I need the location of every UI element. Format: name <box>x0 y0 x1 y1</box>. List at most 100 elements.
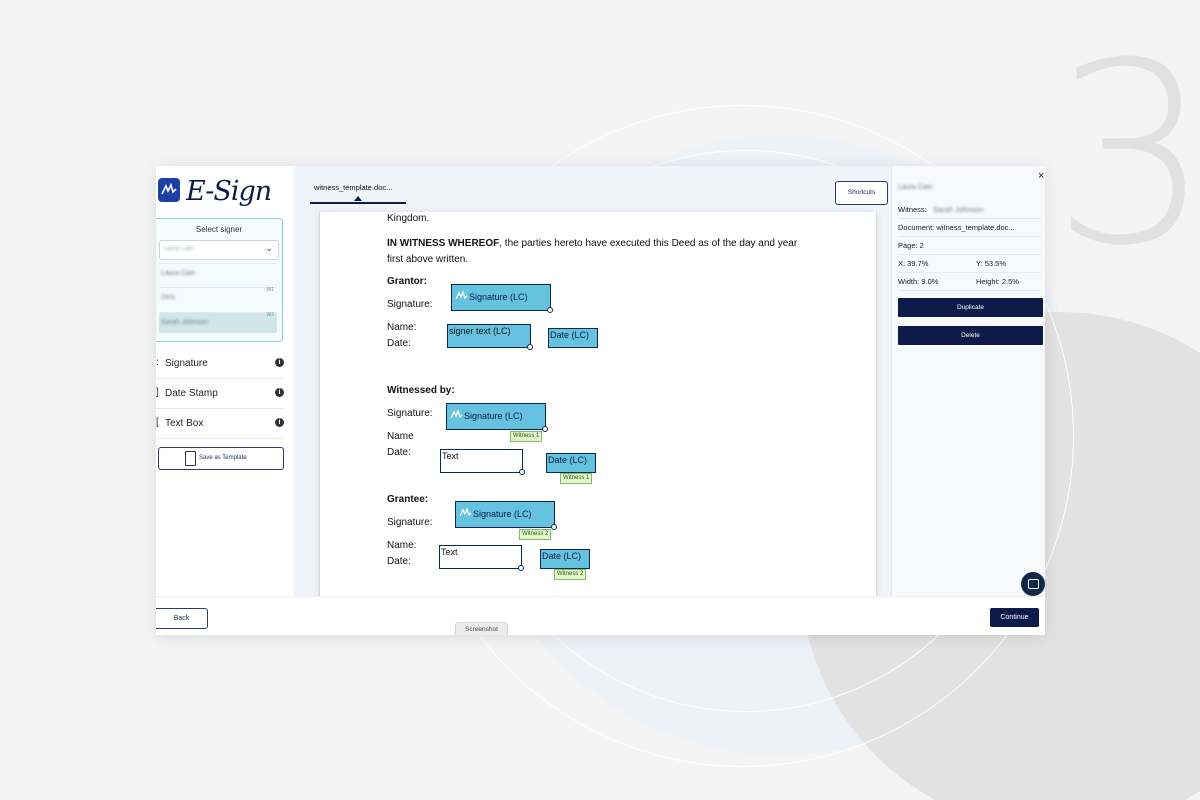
date-field[interactable]: Date (LC) <box>546 453 596 473</box>
step-number: 3 <box>1052 9 1200 300</box>
property-size: Width: 9.0% Height: 2.5% <box>898 272 1041 291</box>
field-label: Signature (LC) <box>473 509 532 519</box>
text-field[interactable]: Text <box>440 449 525 475</box>
witness-paragraph: IN WITNESS WHEREOF, the parties hereto h… <box>387 236 807 268</box>
info-icon[interactable]: i <box>275 388 284 397</box>
info-icon[interactable]: i <box>275 418 284 427</box>
back-button[interactable]: Back <box>156 608 208 629</box>
date-field[interactable]: Date (LC) <box>540 549 590 569</box>
tab-witness-template[interactable]: witness_template.doc... <box>310 180 406 204</box>
signer-option-name: Sarah Johnson <box>161 319 209 326</box>
doc-label: Date: <box>387 447 411 458</box>
signer-dropdown[interactable]: Laura Cain ⌄ <box>159 240 279 260</box>
property-page: Page: 2 <box>898 236 1041 255</box>
document-page: Kingdom. IN WITNESS WHEREOF, the parties… <box>319 212 877 596</box>
property-label: Witness: <box>898 205 927 214</box>
screenshot-tab[interactable]: Screenshot <box>455 622 508 635</box>
tab-label: witness_template.doc... <box>314 183 393 192</box>
signer-option-tag: W2 <box>266 312 275 318</box>
doc-text: Kingdom. <box>387 213 430 224</box>
close-icon[interactable]: × <box>1038 170 1044 182</box>
doc-label: Name <box>387 431 414 442</box>
field-label: Signature (LC) <box>464 411 523 421</box>
left-panel: E-Sign Select signer Laura Cain ⌄ Laura … <box>156 166 293 596</box>
property-value: Sarah Johnson <box>933 205 984 214</box>
tool-label: Text Box <box>165 418 204 429</box>
chat-icon[interactable] <box>1021 572 1045 596</box>
signer-option-active[interactable]: Sarah Johnson W2 <box>159 312 277 333</box>
doc-label: Signature: <box>387 408 433 419</box>
date-field[interactable]: Date (LC) <box>548 328 598 348</box>
grantor-heading: Grantor: <box>387 276 427 287</box>
esign-app-window: E-Sign Select signer Laura Cain ⌄ Laura … <box>156 166 1045 635</box>
field-label: signer text (LC) <box>449 326 511 336</box>
signer-text-field[interactable]: signer text (LC) <box>447 324 533 350</box>
signer-option[interactable]: Laura Cain <box>159 263 277 284</box>
witness-tag: Witness 2 <box>554 569 587 580</box>
property-height: Height: 2.5% <box>976 277 1019 286</box>
save-as-template-button[interactable]: Save as Template <box>158 447 284 470</box>
field-label: Signature (LC) <box>469 292 528 302</box>
witnessed-heading: Witnessed by: <box>387 385 455 396</box>
tool-signature[interactable]: : Signature i <box>156 349 284 379</box>
tool-text-box[interactable]: [ Text Box i <box>156 409 284 439</box>
field-label: Date (LC) <box>548 455 588 465</box>
info-icon[interactable]: i <box>275 358 284 367</box>
signer-option-name: Desi <box>161 294 176 301</box>
property-document: Document: witness_template.doc... <box>898 218 1041 237</box>
signature-icon: : <box>156 357 159 368</box>
resize-handle[interactable] <box>551 524 557 530</box>
continue-button[interactable]: Continue <box>990 608 1039 627</box>
tool-date-stamp[interactable]: ] Date Stamp i <box>156 379 284 409</box>
resize-handle[interactable] <box>547 307 553 313</box>
field-label: Date (LC) <box>550 330 590 340</box>
shortcuts-button[interactable]: Shortcuts <box>835 181 888 205</box>
grantee-heading: Grantee: <box>387 494 429 505</box>
select-signer-panel: Select signer Laura Cain ⌄ Laura Cain De… <box>156 218 283 342</box>
text-box-icon: [ <box>156 417 159 428</box>
properties-panel: Laura Cain Witness: Sarah Johnson Docume… <box>891 166 1045 596</box>
delete-button[interactable]: Delete <box>898 326 1043 345</box>
property-value: Document: witness_template.doc... <box>898 223 1015 232</box>
bottom-bar: Back Screenshot Continue <box>156 596 1045 635</box>
property-value: Page: 2 <box>898 241 924 250</box>
resize-handle[interactable] <box>518 565 524 571</box>
signature-field[interactable]: Signature (LC) <box>455 501 557 530</box>
doc-label: Signature: <box>387 517 433 528</box>
resize-handle[interactable] <box>527 344 533 350</box>
property-width: Width: 9.0% <box>898 277 939 286</box>
duplicate-button[interactable]: Duplicate <box>898 298 1043 317</box>
witness-tag: Witness 1 <box>560 473 593 484</box>
tab-underline <box>310 202 406 204</box>
witness-tag: Witness 1 <box>510 431 543 442</box>
signature-field[interactable]: Signature (LC) <box>446 403 548 432</box>
esign-logo-icon <box>158 178 180 202</box>
signer-option[interactable]: Desi W1 <box>159 287 277 308</box>
field-label: Text <box>441 547 458 557</box>
resize-handle[interactable] <box>519 469 525 475</box>
esign-logo-text: E-Sign <box>186 176 272 207</box>
doc-label: Name: <box>387 540 417 551</box>
signature-field[interactable]: Signature (LC) <box>451 284 553 313</box>
resize-handle[interactable] <box>542 426 548 432</box>
document-viewer: witness_template.doc... Shortcuts Kingdo… <box>293 166 891 596</box>
chevron-down-icon: ⌄ <box>265 243 273 253</box>
date-stamp-icon: ] <box>156 387 159 398</box>
doc-label: Date: <box>387 556 411 567</box>
save-as-template-label: Save as Template <box>199 455 247 461</box>
tab-indicator <box>354 196 362 201</box>
signature-pen-icon <box>450 409 463 419</box>
signer-dropdown-value: Laura Cain <box>164 246 194 252</box>
signer-option-tag: W1 <box>266 287 275 293</box>
tab-bar: witness_template.doc... Shortcuts <box>293 166 891 212</box>
witness-paragraph-bold: IN WITNESS WHEREOF <box>387 238 500 249</box>
doc-label: Signature: <box>387 299 433 310</box>
selected-signer-name: Laura Cain <box>898 184 933 191</box>
field-label: Text <box>442 451 459 461</box>
doc-label: Date: <box>387 338 411 349</box>
signer-option-name: Laura Cain <box>161 270 196 277</box>
witness-tag: Witness 2 <box>519 529 552 540</box>
text-field[interactable]: Text <box>439 545 524 571</box>
property-witness: Witness: Sarah Johnson <box>898 200 1041 219</box>
tool-label: Signature <box>165 358 208 369</box>
